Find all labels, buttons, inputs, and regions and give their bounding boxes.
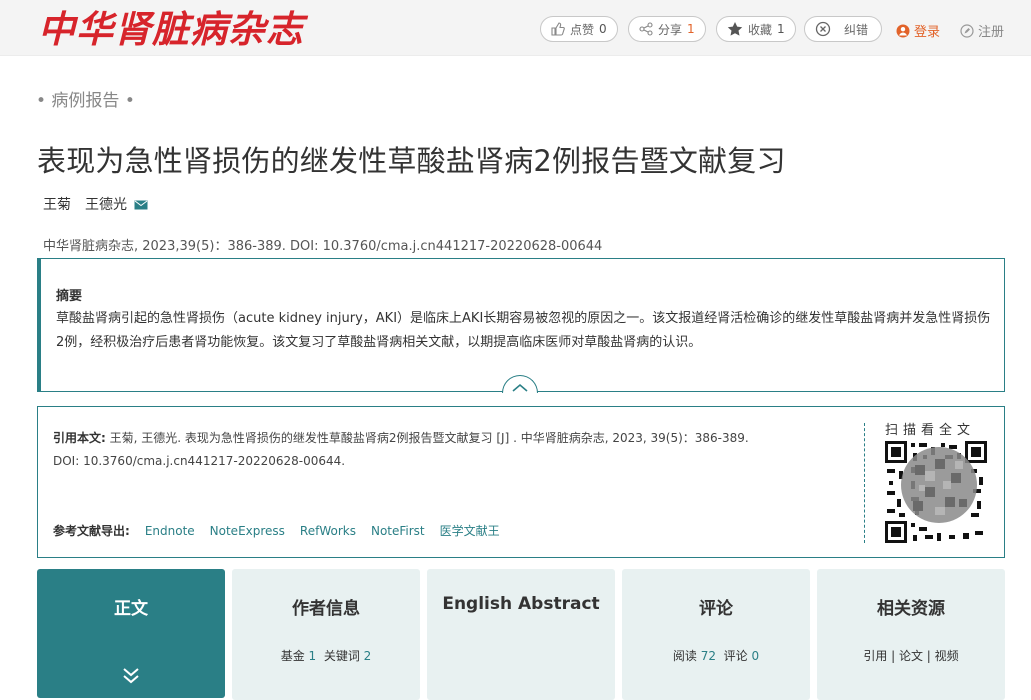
login-label: 登录 [914,25,941,40]
star-icon [727,22,743,36]
like-label: 点赞 [570,22,595,37]
tab-label: 作者信息 [292,599,360,619]
keyword-label: 关键词 [323,649,360,663]
tab-meta: 基金 1 关键词 2 [232,647,420,664]
tab-label: 评论 [699,599,733,619]
tab-label: 正文 [114,599,148,619]
qr-label: 扫描看全文 [885,423,976,438]
fund-count: 1 [308,649,317,663]
chevron-double-down-icon [123,668,139,684]
share-label: 分享 [658,22,683,37]
cite-label: 引用本文: [53,431,106,445]
divider [864,423,865,543]
citation-box: 引用本文: 王菊, 王德光. 表现为急性肾损伤的继发性草酸盐肾病2例报告暨文献复… [37,406,1005,558]
like-count: 0 [599,22,607,36]
abstract-heading: 摘要 [56,289,83,304]
tab-meta: 引用 | 论文 | 视频 [863,649,959,663]
article-category: • 病例报告 • [36,91,135,111]
register-link[interactable]: 注册 [960,21,1004,40]
cite-reference: 王菊, 王德光. 表现为急性肾损伤的继发性草酸盐肾病2例报告暨文献复习 [J] … [109,431,749,445]
collapse-abstract-button[interactable] [502,375,538,393]
share-icon [639,22,653,36]
collect-label: 收藏 [748,22,773,37]
collect-count: 1 [777,22,785,36]
fund-label: 基金 [280,649,305,663]
comment-label: 评论 [723,649,748,663]
thumbs-up-icon [551,22,565,36]
journal-logo[interactable]: 中华肾脏病杂志 [38,6,304,52]
author-name[interactable]: 王德光 [85,197,127,213]
qr-code-image[interactable] [885,441,987,543]
export-label: 参考文献导出: [53,524,130,538]
login-link[interactable]: 登录 [896,21,940,40]
correct-label: 纠错 [844,22,869,37]
abstract-text: 草酸盐肾病引起的急性肾损伤（acute kidney injury，AKI）是临… [56,311,991,350]
export-noteexpress-link[interactable]: NoteExpress [210,524,285,538]
chevron-up-icon [512,383,528,392]
tab-meta: 阅读 72 评论 0 [622,647,810,664]
abstract-box: 摘要 草酸盐肾病引起的急性肾损伤（acute kidney injury，AKI… [37,258,1005,393]
read-label: 阅读 [672,649,697,663]
correct-button[interactable]: 纠错 [804,16,882,42]
tab-author-info[interactable]: 作者信息 基金 1 关键词 2 [232,569,420,700]
article-title: 表现为急性肾损伤的继发性草酸盐肾病2例报告暨文献复习 [37,144,786,178]
tab-label: English Abstract [442,594,600,614]
like-button[interactable]: 点赞 0 [540,16,618,42]
tab-fulltext[interactable]: 正文 [37,569,225,698]
error-report-icon [815,21,831,37]
share-button[interactable]: 分享 1 [628,16,706,42]
export-yixuewenxianwang-link[interactable]: 医学文献王 [440,522,500,539]
share-count: 1 [687,22,695,36]
register-label: 注册 [978,25,1005,40]
cite-text-block: 引用本文: 王菊, 王德光. 表现为急性肾损伤的继发性草酸盐肾病2例报告暨文献复… [53,427,833,473]
keyword-count: 2 [363,649,372,663]
comment-count: 0 [751,649,760,663]
article-tabs: 正文 作者信息 基金 1 关键词 2 English Abstract 评论 阅… [37,569,1005,700]
read-count: 72 [700,649,716,663]
mail-icon[interactable] [134,200,148,210]
top-bar: 中华肾脏病杂志 点赞 0 分享 1 收藏 1 纠错 登录 注册 [0,0,1031,56]
export-notefirst-link[interactable]: NoteFirst [371,524,425,538]
citation-line: 中华肾脏病杂志, 2023,39(5)：386-389. DOI: 10.376… [43,239,603,254]
pencil-icon [960,23,974,38]
cite-doi: DOI: 10.3760/cma.j.cn441217-20220628-006… [53,454,346,468]
tab-english-abstract[interactable]: English Abstract [427,569,615,700]
user-icon [896,24,910,37]
author-list: 王菊 王德光 [43,194,148,214]
tab-label: 相关资源 [877,599,945,619]
tab-related-resources[interactable]: 相关资源 引用 | 论文 | 视频 [817,569,1005,700]
reference-export: 参考文献导出: Endnote NoteExpress RefWorks Not… [53,522,500,539]
tab-comments[interactable]: 评论 阅读 72 评论 0 [622,569,810,700]
export-endnote-link[interactable]: Endnote [145,524,195,538]
author-name[interactable]: 王菊 [43,194,71,214]
collect-button[interactable]: 收藏 1 [716,16,796,42]
author-name-corresponding: 王德光 [85,194,148,214]
export-refworks-link[interactable]: RefWorks [300,524,356,538]
